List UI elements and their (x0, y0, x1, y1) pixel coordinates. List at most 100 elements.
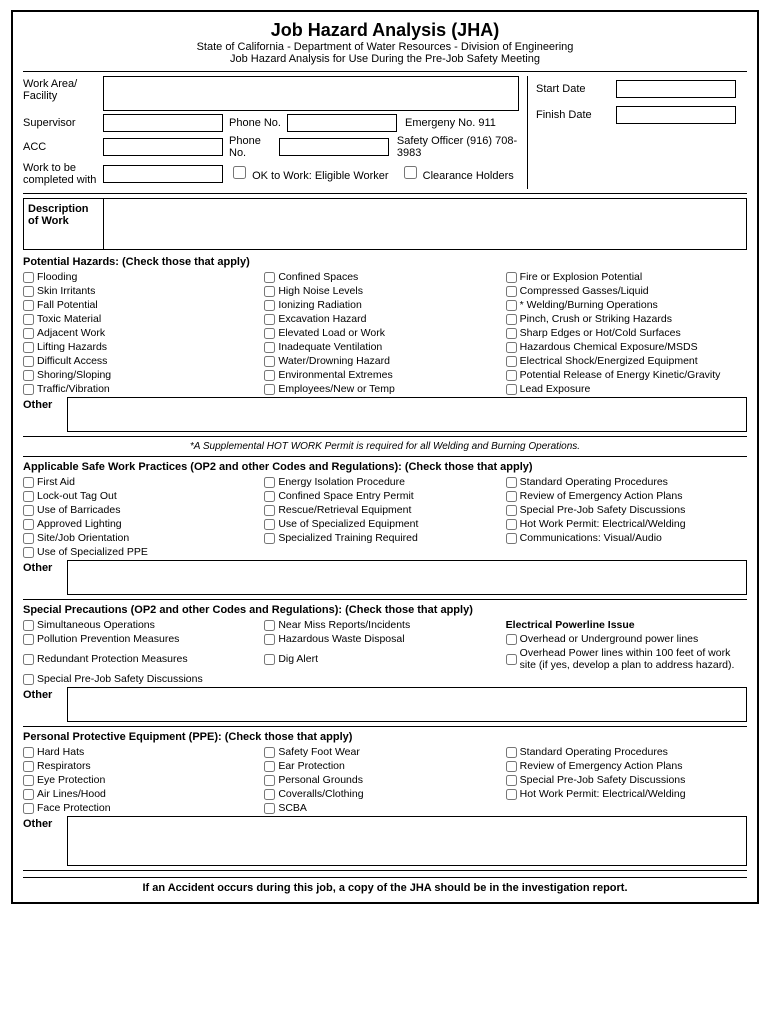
list-item: Review of Emergency Action Plans (506, 490, 747, 502)
hazard-label: Coveralls/Clothing (278, 788, 363, 800)
hazard-checkbox[interactable] (506, 747, 517, 758)
list-item: Specialized Training Required (264, 532, 505, 544)
hazard-checkbox[interactable] (506, 519, 517, 530)
hazard-checkbox[interactable] (506, 370, 517, 381)
hazard-label: Difficult Access (37, 355, 107, 367)
hazard-label: Communications: Visual/Audio (520, 532, 662, 544)
hazard-label: Standard Operating Procedures (520, 476, 668, 488)
hazard-checkbox[interactable] (506, 328, 517, 339)
hazard-checkbox[interactable] (264, 789, 275, 800)
hazard-checkbox[interactable] (23, 477, 34, 488)
hazard-checkbox[interactable] (23, 533, 34, 544)
special-prec-checkbox[interactable] (23, 620, 34, 631)
hazard-checkbox[interactable] (264, 370, 275, 381)
hazards-other-label: Other (23, 399, 63, 411)
description-input[interactable] (104, 199, 746, 249)
special-prec-checkbox3[interactable] (506, 654, 517, 665)
potential-hazards-title: Potential Hazards: (Check those that app… (23, 256, 747, 268)
hazard-checkbox[interactable] (23, 342, 34, 353)
hazard-checkbox[interactable] (23, 300, 34, 311)
hazard-checkbox[interactable] (506, 477, 517, 488)
hazard-checkbox[interactable] (23, 384, 34, 395)
hazard-checkbox[interactable] (264, 747, 275, 758)
hazard-checkbox[interactable] (506, 342, 517, 353)
hazard-checkbox[interactable] (506, 356, 517, 367)
hazard-checkbox[interactable] (264, 761, 275, 772)
hazard-label: Special Pre-Job Safety Discussions (520, 504, 686, 516)
hazard-checkbox[interactable] (264, 342, 275, 353)
safe-practices-other-box[interactable] (67, 560, 747, 595)
supervisor-phone-input[interactable] (287, 114, 397, 132)
finish-date-input[interactable] (616, 106, 736, 124)
hazard-checkbox[interactable] (264, 505, 275, 516)
ok-to-work-checkbox[interactable] (233, 166, 246, 179)
finish-date-label: Finish Date (536, 109, 616, 121)
special-prec-checkbox[interactable] (23, 674, 34, 685)
special-prec-checkbox[interactable] (23, 654, 34, 665)
hazard-checkbox[interactable] (23, 505, 34, 516)
hazard-label: Sharp Edges or Hot/Cold Surfaces (520, 327, 681, 339)
hazard-checkbox[interactable] (506, 272, 517, 283)
hazard-checkbox[interactable] (506, 300, 517, 311)
hazard-checkbox[interactable] (23, 547, 34, 558)
hazard-checkbox[interactable] (506, 789, 517, 800)
work-area-input[interactable] (103, 76, 519, 111)
hazard-checkbox[interactable] (23, 803, 34, 814)
hazard-checkbox[interactable] (23, 789, 34, 800)
hazard-checkbox[interactable] (264, 491, 275, 502)
hazard-checkbox[interactable] (264, 314, 275, 325)
hazard-checkbox[interactable] (264, 286, 275, 297)
special-prec-checkbox2[interactable] (264, 654, 275, 665)
hazard-checkbox[interactable] (23, 328, 34, 339)
hazard-checkbox[interactable] (23, 356, 34, 367)
hazard-checkbox[interactable] (23, 314, 34, 325)
hazard-checkbox[interactable] (23, 370, 34, 381)
start-date-input[interactable] (616, 80, 736, 98)
hazard-checkbox[interactable] (264, 328, 275, 339)
list-item: Safety Foot Wear (264, 746, 505, 758)
hazard-checkbox[interactable] (506, 286, 517, 297)
supervisor-input[interactable] (103, 114, 223, 132)
list-item: Hazardous Waste Disposal (264, 633, 505, 645)
work-complete-label: Work to becompleted with (23, 162, 103, 186)
hazard-checkbox[interactable] (264, 477, 275, 488)
hazard-checkbox[interactable] (506, 314, 517, 325)
start-date-label: Start Date (536, 83, 616, 95)
hazard-checkbox[interactable] (264, 775, 275, 786)
hazard-label: Review of Emergency Action Plans (520, 760, 683, 772)
hazard-checkbox[interactable] (506, 384, 517, 395)
hazard-checkbox[interactable] (506, 775, 517, 786)
hazard-checkbox[interactable] (23, 491, 34, 502)
hazard-checkbox[interactable] (264, 384, 275, 395)
work-complete-input[interactable] (103, 165, 223, 183)
hazard-checkbox[interactable] (264, 272, 275, 283)
special-prec-checkbox2[interactable] (264, 634, 275, 645)
hazard-checkbox[interactable] (506, 505, 517, 516)
hazard-checkbox[interactable] (506, 761, 517, 772)
hazard-checkbox[interactable] (264, 356, 275, 367)
hazard-checkbox[interactable] (23, 286, 34, 297)
hazard-checkbox[interactable] (264, 533, 275, 544)
special-prec-checkbox2[interactable] (264, 620, 275, 631)
list-item: Employees/New or Temp (264, 383, 505, 395)
ppe-other-box[interactable] (67, 816, 747, 866)
hazard-checkbox[interactable] (264, 300, 275, 311)
hazard-checkbox[interactable] (23, 272, 34, 283)
special-prec-other-box[interactable] (67, 687, 747, 722)
special-prec-checkbox[interactable] (23, 634, 34, 645)
hazards-other-box[interactable] (67, 397, 747, 432)
hazard-checkbox[interactable] (264, 803, 275, 814)
clearance-checkbox[interactable] (404, 166, 417, 179)
acc-phone-input[interactable] (279, 138, 389, 156)
special-precautions-grid: Simultaneous OperationsNear Miss Reports… (23, 619, 747, 687)
hazard-checkbox[interactable] (23, 519, 34, 530)
phone-no-label2: Phone No. (229, 135, 273, 159)
hazard-checkbox[interactable] (23, 761, 34, 772)
hazard-checkbox[interactable] (23, 747, 34, 758)
hazard-checkbox[interactable] (264, 519, 275, 530)
hazard-checkbox[interactable] (23, 775, 34, 786)
acc-input[interactable] (103, 138, 223, 156)
hazard-checkbox[interactable] (506, 533, 517, 544)
special-prec-checkbox3[interactable] (506, 634, 517, 645)
hazard-checkbox[interactable] (506, 491, 517, 502)
